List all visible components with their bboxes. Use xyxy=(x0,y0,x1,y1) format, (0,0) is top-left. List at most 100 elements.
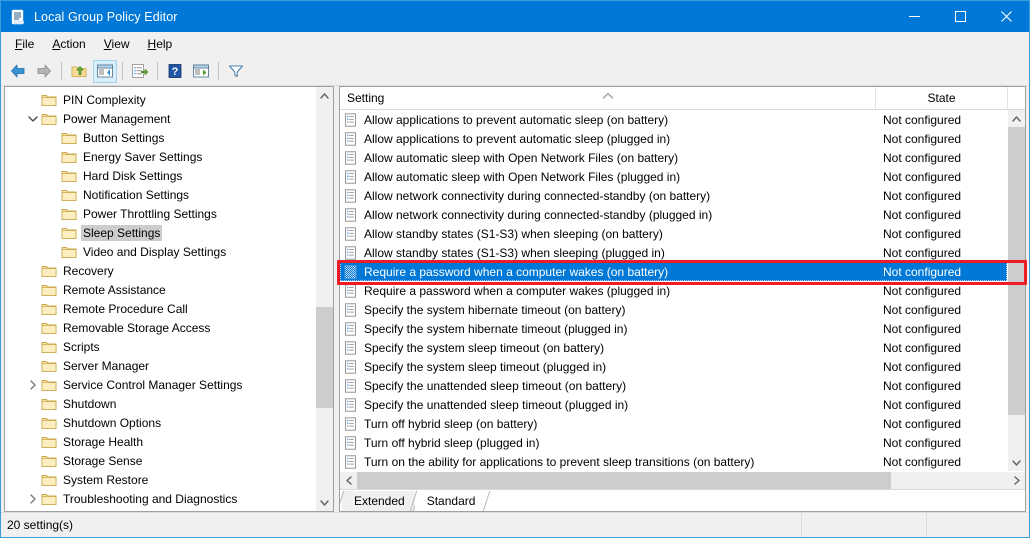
policy-row[interactable]: Allow standby states (S1-S3) when sleepi… xyxy=(340,243,1007,262)
tree-item-trusted-platform-module-services[interactable]: Trusted Platform Module Services xyxy=(5,508,315,512)
tree-item-system-restore[interactable]: System Restore xyxy=(5,470,315,489)
policy-row[interactable]: Require a password when a computer wakes… xyxy=(340,281,1007,300)
console-tree[interactable]: PIN Complexity Power Management Button S… xyxy=(5,87,315,511)
tree-scroll-up-button[interactable] xyxy=(316,87,333,104)
tree-twisty-placeholder xyxy=(45,206,61,222)
tree-item-energy-saver-settings[interactable]: Energy Saver Settings xyxy=(5,147,315,166)
minimize-button[interactable] xyxy=(891,1,937,32)
tree-item-recovery[interactable]: Recovery xyxy=(5,261,315,280)
tree-item-shutdown-options[interactable]: Shutdown Options xyxy=(5,413,315,432)
list-hscroll-track[interactable] xyxy=(357,472,1008,489)
policy-row[interactable]: Specify the unattended sleep timeout (pl… xyxy=(340,395,1007,414)
policy-row[interactable]: Allow network connectivity during connec… xyxy=(340,186,1007,205)
folder-icon xyxy=(41,263,57,279)
list-vertical-scrollbar[interactable] xyxy=(1007,110,1025,471)
policy-row[interactable]: Specify the system sleep timeout (plugge… xyxy=(340,357,1007,376)
menu-view[interactable]: View xyxy=(95,35,139,54)
tree-item-pin-complexity[interactable]: PIN Complexity xyxy=(5,90,315,109)
policy-row[interactable]: Turn on the ability for applications to … xyxy=(340,452,1007,471)
list-scroll-right-button[interactable] xyxy=(1008,472,1025,489)
list-scroll-thumb[interactable] xyxy=(1008,127,1025,415)
menu-file[interactable]: File xyxy=(6,35,43,54)
help-button[interactable]: ? xyxy=(163,60,187,83)
folder-icon xyxy=(41,339,57,355)
tree-item-remote-assistance[interactable]: Remote Assistance xyxy=(5,280,315,299)
policy-row[interactable]: Specify the system hibernate timeout (pl… xyxy=(340,319,1007,338)
policy-row[interactable]: Allow standby states (S1-S3) when sleepi… xyxy=(340,224,1007,243)
properties-button[interactable] xyxy=(189,60,213,83)
tree-twisty-placeholder xyxy=(45,244,61,260)
policy-row[interactable]: Specify the system sleep timeout (on bat… xyxy=(340,338,1007,357)
policy-state-cell: Not configured xyxy=(883,131,962,146)
tree-item-server-manager[interactable]: Server Manager xyxy=(5,356,315,375)
tree-scroll-thumb[interactable] xyxy=(316,306,333,409)
menu-file-label: ile xyxy=(22,36,35,51)
tree-item-hard-disk-settings[interactable]: Hard Disk Settings xyxy=(5,166,315,185)
column-header-setting[interactable]: Setting xyxy=(340,87,876,109)
menu-action[interactable]: Action xyxy=(43,35,94,54)
policy-state-cell: Not configured xyxy=(883,340,962,355)
list-scroll-track[interactable] xyxy=(1008,127,1025,454)
list-scroll-down-button[interactable] xyxy=(1008,454,1025,471)
tree-item-video-and-display-settings[interactable]: Video and Display Settings xyxy=(5,242,315,261)
filter-button[interactable] xyxy=(224,60,248,83)
maximize-button[interactable] xyxy=(937,1,983,32)
tree-item-troubleshooting-and-diagnostics[interactable]: Troubleshooting and Diagnostics xyxy=(5,489,315,508)
menu-help[interactable]: Help xyxy=(139,35,182,54)
tree-item-scripts[interactable]: Scripts xyxy=(5,337,315,356)
policy-document-icon xyxy=(344,302,358,317)
tree-item-label: Button Settings xyxy=(83,130,165,145)
policy-setting-cell: Specify the unattended sleep timeout (on… xyxy=(340,379,875,393)
list-scroll-left-button[interactable] xyxy=(340,472,357,489)
policy-state-cell: Not configured xyxy=(883,245,962,260)
chevron-down-icon[interactable] xyxy=(25,111,41,127)
policy-row[interactable]: Allow automatic sleep with Open Network … xyxy=(340,148,1007,167)
tree-item-power-management[interactable]: Power Management xyxy=(5,109,315,128)
tree-item-service-control-manager-settings[interactable]: Service Control Manager Settings xyxy=(5,375,315,394)
tree-item-power-throttling-settings[interactable]: Power Throttling Settings xyxy=(5,204,315,223)
policy-row[interactable]: Allow network connectivity during connec… xyxy=(340,205,1007,224)
show-hide-console-tree-button[interactable] xyxy=(93,59,117,83)
tree-item-storage-health[interactable]: Storage Health xyxy=(5,432,315,451)
list-hscroll-thumb[interactable] xyxy=(357,472,891,489)
policy-document-icon xyxy=(344,283,358,298)
list-scroll-up-button[interactable] xyxy=(1008,110,1025,127)
list-horizontal-scrollbar[interactable] xyxy=(340,471,1025,489)
tree-vertical-scrollbar[interactable] xyxy=(315,87,333,511)
close-button[interactable] xyxy=(983,1,1029,32)
chevron-right-icon[interactable] xyxy=(25,491,41,507)
policy-document-icon xyxy=(344,321,358,336)
tree-item-button-settings[interactable]: Button Settings xyxy=(5,128,315,147)
tree-item-storage-sense[interactable]: Storage Sense xyxy=(5,451,315,470)
tree-scroll-down-button[interactable] xyxy=(316,494,333,511)
policy-row[interactable]: Specify the system hibernate timeout (on… xyxy=(340,300,1007,319)
tree-item-notification-settings[interactable]: Notification Settings xyxy=(5,185,315,204)
export-list-button[interactable] xyxy=(128,60,152,83)
tree-item-sleep-settings[interactable]: Sleep Settings xyxy=(5,223,315,242)
tree-scroll-track[interactable] xyxy=(316,104,333,494)
tree-item-shutdown[interactable]: Shutdown xyxy=(5,394,315,413)
policy-row[interactable]: Turn off hybrid sleep (plugged in) Not co… xyxy=(340,433,1007,452)
title-bar[interactable]: Local Group Policy Editor xyxy=(1,1,1029,32)
tab-standard[interactable]: Standard xyxy=(414,491,486,511)
column-header-state[interactable]: State xyxy=(876,87,1008,109)
tree-item-label: PIN Complexity xyxy=(63,92,146,107)
policy-document-icon xyxy=(344,397,358,412)
policy-row[interactable]: Allow applications to prevent automatic … xyxy=(340,110,1007,129)
policy-row[interactable]: Require a password when a computer wakes… xyxy=(340,262,1007,281)
tab-extended[interactable]: Extended xyxy=(342,491,415,511)
up-one-level-button[interactable] xyxy=(67,60,91,83)
list-header: Setting State xyxy=(340,87,1025,110)
policy-list[interactable]: Allow applications to prevent automatic … xyxy=(340,110,1007,471)
policy-list-pane: Setting State Allow applications to prev… xyxy=(339,86,1026,512)
chevron-right-icon[interactable] xyxy=(25,377,41,393)
tree-item-removable-storage-access[interactable]: Removable Storage Access xyxy=(5,318,315,337)
policy-row[interactable]: Allow automatic sleep with Open Network … xyxy=(340,167,1007,186)
tree-twisty-placeholder xyxy=(25,396,41,412)
policy-row[interactable]: Turn off hybrid sleep (on battery) Not co… xyxy=(340,414,1007,433)
policy-row[interactable]: Specify the unattended sleep timeout (on… xyxy=(340,376,1007,395)
back-button[interactable] xyxy=(6,60,30,83)
tree-item-remote-procedure-call[interactable]: Remote Procedure Call xyxy=(5,299,315,318)
forward-button[interactable] xyxy=(32,60,56,83)
policy-row[interactable]: Allow applications to prevent automatic … xyxy=(340,129,1007,148)
